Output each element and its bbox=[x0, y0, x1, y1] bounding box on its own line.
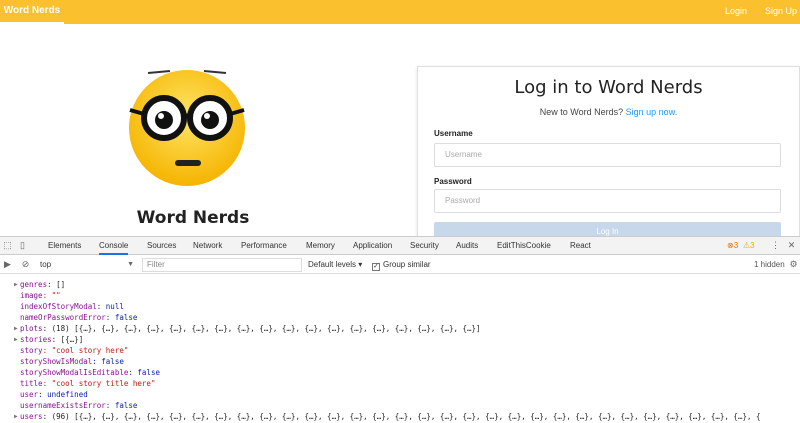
hidden-count: 1 hidden bbox=[754, 260, 785, 269]
console-line[interactable]: ▶ stories: [{…}] bbox=[14, 334, 84, 345]
console-key: storyShowIsModal bbox=[20, 357, 93, 366]
expand-arrow-icon[interactable]: ▶ bbox=[14, 279, 18, 290]
console-line: user: undefined bbox=[20, 389, 88, 400]
console-line: image: "" bbox=[20, 290, 61, 301]
console-key: stories bbox=[20, 335, 52, 344]
warning-count-badge[interactable]: ⚠3 bbox=[743, 237, 755, 255]
clear-console-icon[interactable]: ⊘ bbox=[20, 259, 31, 270]
password-input[interactable]: Password bbox=[434, 189, 781, 213]
expand-arrow-icon[interactable]: ▶ bbox=[14, 323, 18, 334]
console-line: storyShowIsModal: false bbox=[20, 356, 124, 367]
top-navbar: Word Nerds Login Sign Up bbox=[0, 0, 800, 24]
log-levels-value: Default levels bbox=[308, 260, 357, 269]
console-key: user bbox=[20, 390, 39, 399]
console-line: indexOfStoryModal: null bbox=[20, 301, 124, 312]
password-label: Password bbox=[434, 177, 472, 186]
console-key: usernameExistsError bbox=[20, 401, 106, 410]
nerd-face-icon bbox=[129, 70, 245, 186]
console-value: : "cool story title here" bbox=[42, 379, 156, 388]
console-line: usernameExistsError: false bbox=[20, 400, 137, 411]
log-levels-dropdown[interactable]: Default levels ▾ bbox=[308, 259, 362, 271]
more-options-icon[interactable]: ⋮ bbox=[770, 240, 781, 251]
device-toolbar-icon[interactable]: ▯ bbox=[17, 240, 28, 251]
console-value: : (96) [{…}, {…}, {…}, {…}, {…}, {…}, {…… bbox=[42, 412, 761, 421]
console-value: : (18) [{…}, {…}, {…}, {…}, {…}, {…}, {…… bbox=[42, 324, 481, 333]
console-line[interactable]: ▶ plots: (18) [{…}, {…}, {…}, {…}, {…}, {… bbox=[14, 323, 481, 334]
checkbox-icon: ✓ bbox=[372, 263, 380, 271]
console-key: genres bbox=[20, 280, 48, 289]
signup-prompt: New to Word Nerds? Sign up now. bbox=[418, 107, 799, 117]
console-line[interactable]: ▶ users: (96) [{…}, {…}, {…}, {…}, {…}, {… bbox=[14, 411, 761, 422]
console-value: : "" bbox=[42, 291, 61, 300]
tab-sources[interactable]: Sources bbox=[147, 237, 176, 255]
login-title: Log in to Word Nerds bbox=[514, 77, 703, 98]
console-key: plots bbox=[20, 324, 43, 333]
console-toolbar: ▶ ⊘ top ▼ Filter Default levels ▾ ✓ Group … bbox=[0, 256, 800, 274]
brand-link[interactable]: Word Nerds bbox=[0, 0, 64, 24]
devtools-panel: ⬚ ▯ Elements Console Sources Network Per… bbox=[0, 236, 800, 422]
tab-application[interactable]: Application bbox=[353, 237, 392, 255]
warning-count: 3 bbox=[750, 241, 755, 250]
tab-editthiscookie[interactable]: EditThisCookie bbox=[497, 237, 551, 255]
console-key: users bbox=[20, 412, 43, 421]
signup-now-link[interactable]: Sign up now. bbox=[626, 107, 678, 117]
context-value: top bbox=[40, 260, 52, 269]
console-value: : [{…}] bbox=[51, 335, 84, 344]
console-settings-icon[interactable]: ⚙ bbox=[788, 259, 799, 270]
tab-audits[interactable]: Audits bbox=[456, 237, 478, 255]
console-key: title bbox=[20, 379, 43, 388]
group-similar-checkbox[interactable]: ✓ Group similar bbox=[372, 259, 431, 271]
tab-elements[interactable]: Elements bbox=[48, 237, 81, 255]
show-drawer-icon[interactable]: ▶ bbox=[2, 259, 13, 270]
signup-link[interactable]: Sign Up bbox=[765, 0, 797, 22]
console-value: : false bbox=[92, 357, 124, 366]
signup-prompt-text: New to Word Nerds? bbox=[539, 107, 626, 117]
login-card: Log in to Word Nerds New to Word Nerds? … bbox=[417, 66, 800, 246]
console-line: story: "cool story here" bbox=[20, 345, 128, 356]
site-title: Word Nerds bbox=[136, 208, 250, 228]
console-value: : null bbox=[96, 302, 124, 311]
console-value: : false bbox=[105, 313, 138, 322]
console-value: : false bbox=[105, 401, 138, 410]
console-value: : undefined bbox=[38, 390, 88, 399]
console-output: ▶ genres: [] image: "" indexOfStoryModal: n… bbox=[0, 275, 800, 423]
username-label: Username bbox=[434, 129, 473, 138]
console-key: storyShowModalIsEditable bbox=[20, 368, 129, 377]
console-line: title: "cool story title here" bbox=[20, 378, 155, 389]
tab-network[interactable]: Network bbox=[193, 237, 222, 255]
console-filter-input[interactable]: Filter bbox=[142, 258, 302, 272]
tab-console[interactable]: Console bbox=[99, 237, 129, 255]
inspect-element-icon[interactable]: ⬚ bbox=[2, 240, 13, 251]
expand-arrow-icon[interactable]: ▶ bbox=[14, 411, 18, 422]
console-value: : "cool story here" bbox=[42, 346, 129, 355]
context-selector[interactable]: top ▼ bbox=[40, 259, 136, 271]
login-link[interactable]: Login bbox=[725, 0, 747, 22]
expand-arrow-icon[interactable]: ▶ bbox=[14, 334, 18, 345]
console-key: story bbox=[20, 346, 43, 355]
console-line[interactable]: ▶ genres: [] bbox=[14, 279, 66, 290]
error-count-badge[interactable]: ⊗3 bbox=[727, 237, 738, 255]
console-key: indexOfStoryModal bbox=[20, 302, 97, 311]
error-count: 3 bbox=[733, 241, 739, 250]
console-line: nameOrPasswordError: false bbox=[20, 312, 137, 323]
chevron-down-icon: ▼ bbox=[127, 261, 134, 268]
username-input[interactable]: Username bbox=[434, 143, 781, 167]
tab-memory[interactable]: Memory bbox=[306, 237, 335, 255]
console-value: : false bbox=[128, 368, 160, 377]
tab-performance[interactable]: Performance bbox=[241, 237, 287, 255]
console-key: image bbox=[20, 291, 43, 300]
devtools-tabbar: ⬚ ▯ Elements Console Sources Network Per… bbox=[0, 237, 800, 255]
console-line: storyShowModalIsEditable: false bbox=[20, 367, 160, 378]
close-devtools-icon[interactable]: ✕ bbox=[786, 240, 797, 251]
console-key: nameOrPasswordError bbox=[20, 313, 106, 322]
tab-security[interactable]: Security bbox=[410, 237, 439, 255]
tab-react[interactable]: React bbox=[570, 237, 591, 255]
group-similar-label: Group similar bbox=[383, 260, 431, 269]
console-value: : [] bbox=[47, 280, 66, 289]
